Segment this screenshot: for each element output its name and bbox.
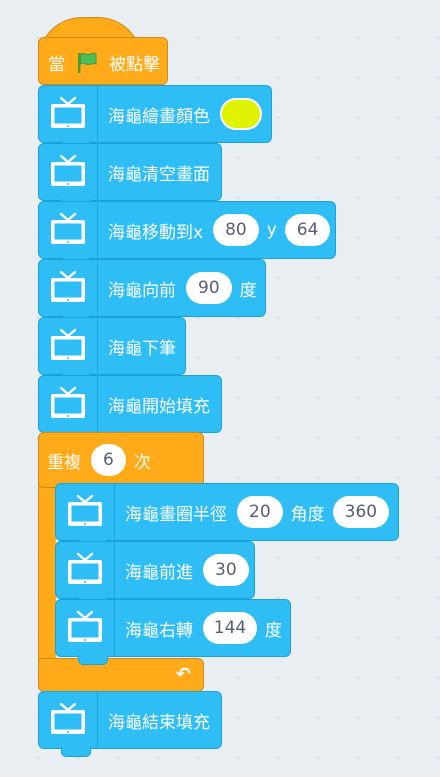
- block-label: 海龜移動到x: [108, 222, 204, 243]
- angle-input[interactable]: 360: [332, 496, 390, 528]
- block-label: 海龜右轉: [125, 620, 193, 641]
- value-input[interactable]: 144: [203, 612, 257, 644]
- repeat-bottom: ↶: [38, 658, 204, 692]
- repeat-block[interactable]: 重複 6 次: [38, 432, 204, 488]
- hat-when-label: 當: [48, 55, 65, 75]
- block-label: 海龜結束填充: [108, 712, 210, 733]
- tv-icon: [48, 270, 88, 306]
- angle-label: 角度: [290, 504, 325, 525]
- tv-icon: [48, 328, 88, 364]
- tv-icon: [48, 154, 88, 190]
- tv-icon: [65, 610, 105, 646]
- turtle-circle-block[interactable]: 海龜畫圈半徑 20 角度 360: [55, 483, 399, 549]
- block-label: 海龜開始填充: [108, 396, 210, 417]
- block-label: 海龜向前: [108, 280, 176, 301]
- turtle-pen-color-block[interactable]: 海龜繪畫顏色: [38, 85, 272, 151]
- turtle-move-to-block[interactable]: 海龜移動到x 80 y 64: [38, 201, 336, 267]
- block-label: 海龜下筆: [108, 338, 176, 359]
- repeat-label: 重複: [47, 452, 81, 473]
- tv-icon: [65, 552, 105, 588]
- turtle-forward-block[interactable]: 海龜向前 90 度: [38, 259, 266, 325]
- green-flag-icon: [78, 52, 97, 73]
- turtle-end-fill-block[interactable]: 海龜結束填充: [38, 691, 222, 757]
- turtle-clear-block[interactable]: 海龜清空畫面: [38, 143, 222, 209]
- repeat-arm: [38, 482, 56, 662]
- x-input[interactable]: 80: [213, 214, 259, 246]
- when-flag-clicked-block[interactable]: 當 被點擊: [38, 17, 168, 85]
- turtle-begin-fill-block[interactable]: 海龜開始填充: [38, 375, 222, 441]
- tv-icon: [48, 386, 88, 422]
- turtle-turn-right-block[interactable]: 海龜右轉 144 度: [55, 599, 291, 665]
- tv-icon: [48, 702, 88, 738]
- turtle-forward-block[interactable]: 海龜前進 30: [55, 541, 255, 607]
- block-label: 海龜前進: [125, 562, 193, 583]
- loop-arrow-icon: ↶: [175, 664, 191, 685]
- tv-icon: [48, 212, 88, 248]
- block-label: 海龜繪畫顏色: [108, 106, 210, 127]
- unit-label: 度: [265, 620, 282, 641]
- color-picker[interactable]: [220, 98, 262, 130]
- block-label: 海龜清空畫面: [108, 164, 210, 185]
- value-input[interactable]: 90: [186, 272, 232, 304]
- hat-clicked-label: 被點擊: [109, 55, 160, 75]
- tv-icon: [65, 494, 105, 530]
- value-input[interactable]: 30: [203, 554, 249, 586]
- repeat-times-input[interactable]: 6: [91, 444, 126, 476]
- unit-label: 度: [239, 280, 257, 301]
- radius-input[interactable]: 20: [237, 496, 283, 528]
- y-label: y: [266, 220, 277, 240]
- turtle-pen-down-block[interactable]: 海龜下筆: [38, 317, 186, 383]
- repeat-suffix: 次: [133, 452, 151, 473]
- block-label: 海龜畫圈半徑: [125, 504, 227, 525]
- tv-icon: [48, 96, 88, 132]
- y-input[interactable]: 64: [284, 214, 331, 246]
